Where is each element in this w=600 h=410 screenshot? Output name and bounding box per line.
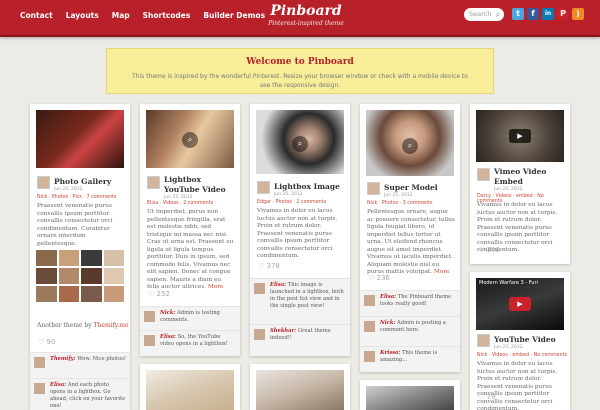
more-link[interactable]: More [434, 269, 450, 275]
nav-item-builder-demos[interactable]: Builder Demos [203, 11, 265, 20]
post-body: Praesent venenatis purus convallis ipsum… [37, 203, 113, 247]
post-date: Jun 25, 2012 [494, 345, 523, 350]
post-card-bw [360, 380, 460, 410]
footer-text: Another theme by Themify.me [37, 322, 129, 329]
nav-item-contact[interactable]: Contact [20, 11, 53, 20]
post-title[interactable]: Photo Gallery [54, 177, 111, 187]
twitter-icon[interactable]: t [512, 8, 524, 20]
like-count[interactable]: ♡ 90 [38, 338, 55, 346]
post-date: Jun 25, 2012 [384, 193, 413, 198]
post-body: Pellentesque ornare, augue ac posuere co… [367, 209, 455, 275]
post-card-super-model: ⌕ Super Model Jun 25, 2012 Nick · Photos… [360, 104, 460, 372]
post-body: Vivamus in dolor eu lacus luctus auctor … [477, 361, 558, 410]
welcome-text: This theme is inspired by the wonderful … [132, 73, 468, 89]
search-icon[interactable]: ⌕ [292, 136, 308, 152]
gallery-grid[interactable] [36, 250, 124, 302]
post-date: Jun 25, 2012 [164, 195, 193, 200]
commenter-avatar [144, 335, 155, 346]
site-logo[interactable]: Pinboard Pinterest-inspired theme [260, 3, 352, 27]
post-body: Ut imperdiet, purus non pellentesque fri… [147, 209, 234, 290]
logo-title: Pinboard [270, 3, 342, 19]
comment: Elisa: The Pinboard theme looks really g… [360, 290, 460, 316]
nav-item-map[interactable]: Map [112, 11, 130, 20]
like-count[interactable]: ♡ 236 [368, 274, 390, 282]
comment: Nick: Admin is posting a comment here. [360, 316, 460, 346]
commenter-avatar [364, 351, 375, 362]
play-icon[interactable]: ▶ [509, 129, 531, 143]
post-image[interactable] [366, 386, 454, 410]
rss-icon[interactable]: ) [572, 8, 584, 20]
commenter-avatar [34, 383, 45, 394]
post-image[interactable] [256, 370, 344, 410]
main-nav: Contact Layouts Map Shortcodes Builder D… [20, 11, 265, 20]
post-body: Vivamus in dolor eu lacus luctus auctor … [257, 208, 338, 259]
avatar [37, 176, 50, 189]
post-meta[interactable]: Nick · Photos · Pics · 7 comments [37, 195, 116, 200]
video-title: Modern Warfare 3 - Furi [479, 280, 538, 286]
search-icon[interactable]: ⌕ [402, 138, 418, 154]
comment: Shekhar: Great theme indeed!! [250, 324, 350, 356]
post-card-vimeo-video-embed: ▶ Vimeo Video Embed Jun 25, 2012 Darcy ·… [470, 104, 570, 264]
comment: Elisa: And each photo opens in a lightbo… [30, 378, 130, 410]
search-icon[interactable]: ⌕ [492, 8, 504, 21]
post-date: Jun 25, 2012 [494, 187, 523, 192]
commenter-avatar [254, 329, 265, 340]
commenter-avatar [364, 321, 375, 332]
post-title[interactable]: YouTube Video [494, 335, 556, 345]
post-image[interactable] [146, 370, 234, 410]
post-card-cupcakes [140, 364, 240, 410]
nav-item-layouts[interactable]: Layouts [66, 11, 99, 20]
post-meta[interactable]: Nick · Photos · 3 comments [367, 201, 433, 206]
avatar [477, 334, 490, 347]
comment: Elisa: This image is launched in a light… [250, 278, 350, 324]
search-icon[interactable]: ⌕ [182, 132, 198, 148]
nav-item-shortcodes[interactable]: Shortcodes [143, 11, 191, 20]
post-card-lightbox-youtube-video: ⌕ Lightbox YouTube Video Jun 25, 2012 El… [140, 104, 240, 356]
post-meta[interactable]: Nick · Videos · embed · No comments [477, 353, 567, 358]
top-bar: Contact Layouts Map Shortcodes Builder D… [0, 0, 600, 37]
post-title[interactable]: Super Model [384, 183, 438, 193]
more-link[interactable]: More [208, 284, 224, 290]
like-count[interactable]: ♡ 378 [258, 262, 280, 270]
like-count[interactable]: ♡ 146 [478, 246, 500, 254]
post-card-youtube-video: Modern Warfare 3 - Furi ▶ YouTube Video … [470, 272, 570, 410]
pinterest-icon[interactable]: P [557, 8, 569, 20]
avatar [257, 181, 270, 194]
welcome-title: Welcome to Pinboard [246, 57, 354, 67]
post-meta[interactable]: Edgar · Photos · 2 comments [257, 200, 326, 205]
facebook-icon[interactable]: f [527, 8, 539, 20]
like-count[interactable]: ♡ 79 [478, 393, 495, 401]
comment: Elisa: So, the YouTube video opens in a … [140, 330, 240, 356]
post-image[interactable] [36, 110, 124, 168]
post-card-portrait [250, 364, 350, 410]
commenter-avatar [364, 295, 375, 306]
avatar [477, 168, 490, 181]
commenter-avatar [254, 283, 265, 294]
post-title[interactable]: Lightbox YouTube Video [164, 175, 238, 195]
post-title[interactable]: Lightbox Image [274, 182, 340, 192]
avatar [367, 182, 380, 195]
commenter-avatar [144, 311, 155, 322]
commenter-avatar [34, 357, 45, 368]
post-date: Jun 25, 2012 [54, 187, 83, 192]
post-meta[interactable]: Elisa · Videos · 2 comments [147, 201, 213, 206]
post-card-photo-gallery: Photo Gallery Jun 25, 2012 Nick · Photos… [30, 104, 130, 410]
linkedin-icon[interactable]: in [542, 8, 554, 20]
comment: Themify: Wow. Nice photos! [30, 352, 130, 378]
welcome-box: Welcome to Pinboard This theme is inspir… [106, 48, 494, 94]
post-card-lightbox-image: ⌕ Lightbox Image Jun 25, 2012 Edgar · Ph… [250, 104, 350, 356]
logo-tagline: Pinterest-inspired theme [268, 20, 344, 27]
post-title[interactable]: Vimeo Video Embed [494, 167, 566, 187]
comment: Krissa: This theme is amazing... [360, 346, 460, 372]
play-icon[interactable]: ▶ [509, 297, 531, 311]
themify-link[interactable]: Themify.me [94, 322, 129, 329]
like-count[interactable]: ♡ 252 [148, 290, 170, 298]
post-date: Jun 25, 2012 [274, 192, 303, 197]
avatar [147, 176, 160, 189]
comment: Nick: Admin is testing comments. [140, 306, 240, 330]
